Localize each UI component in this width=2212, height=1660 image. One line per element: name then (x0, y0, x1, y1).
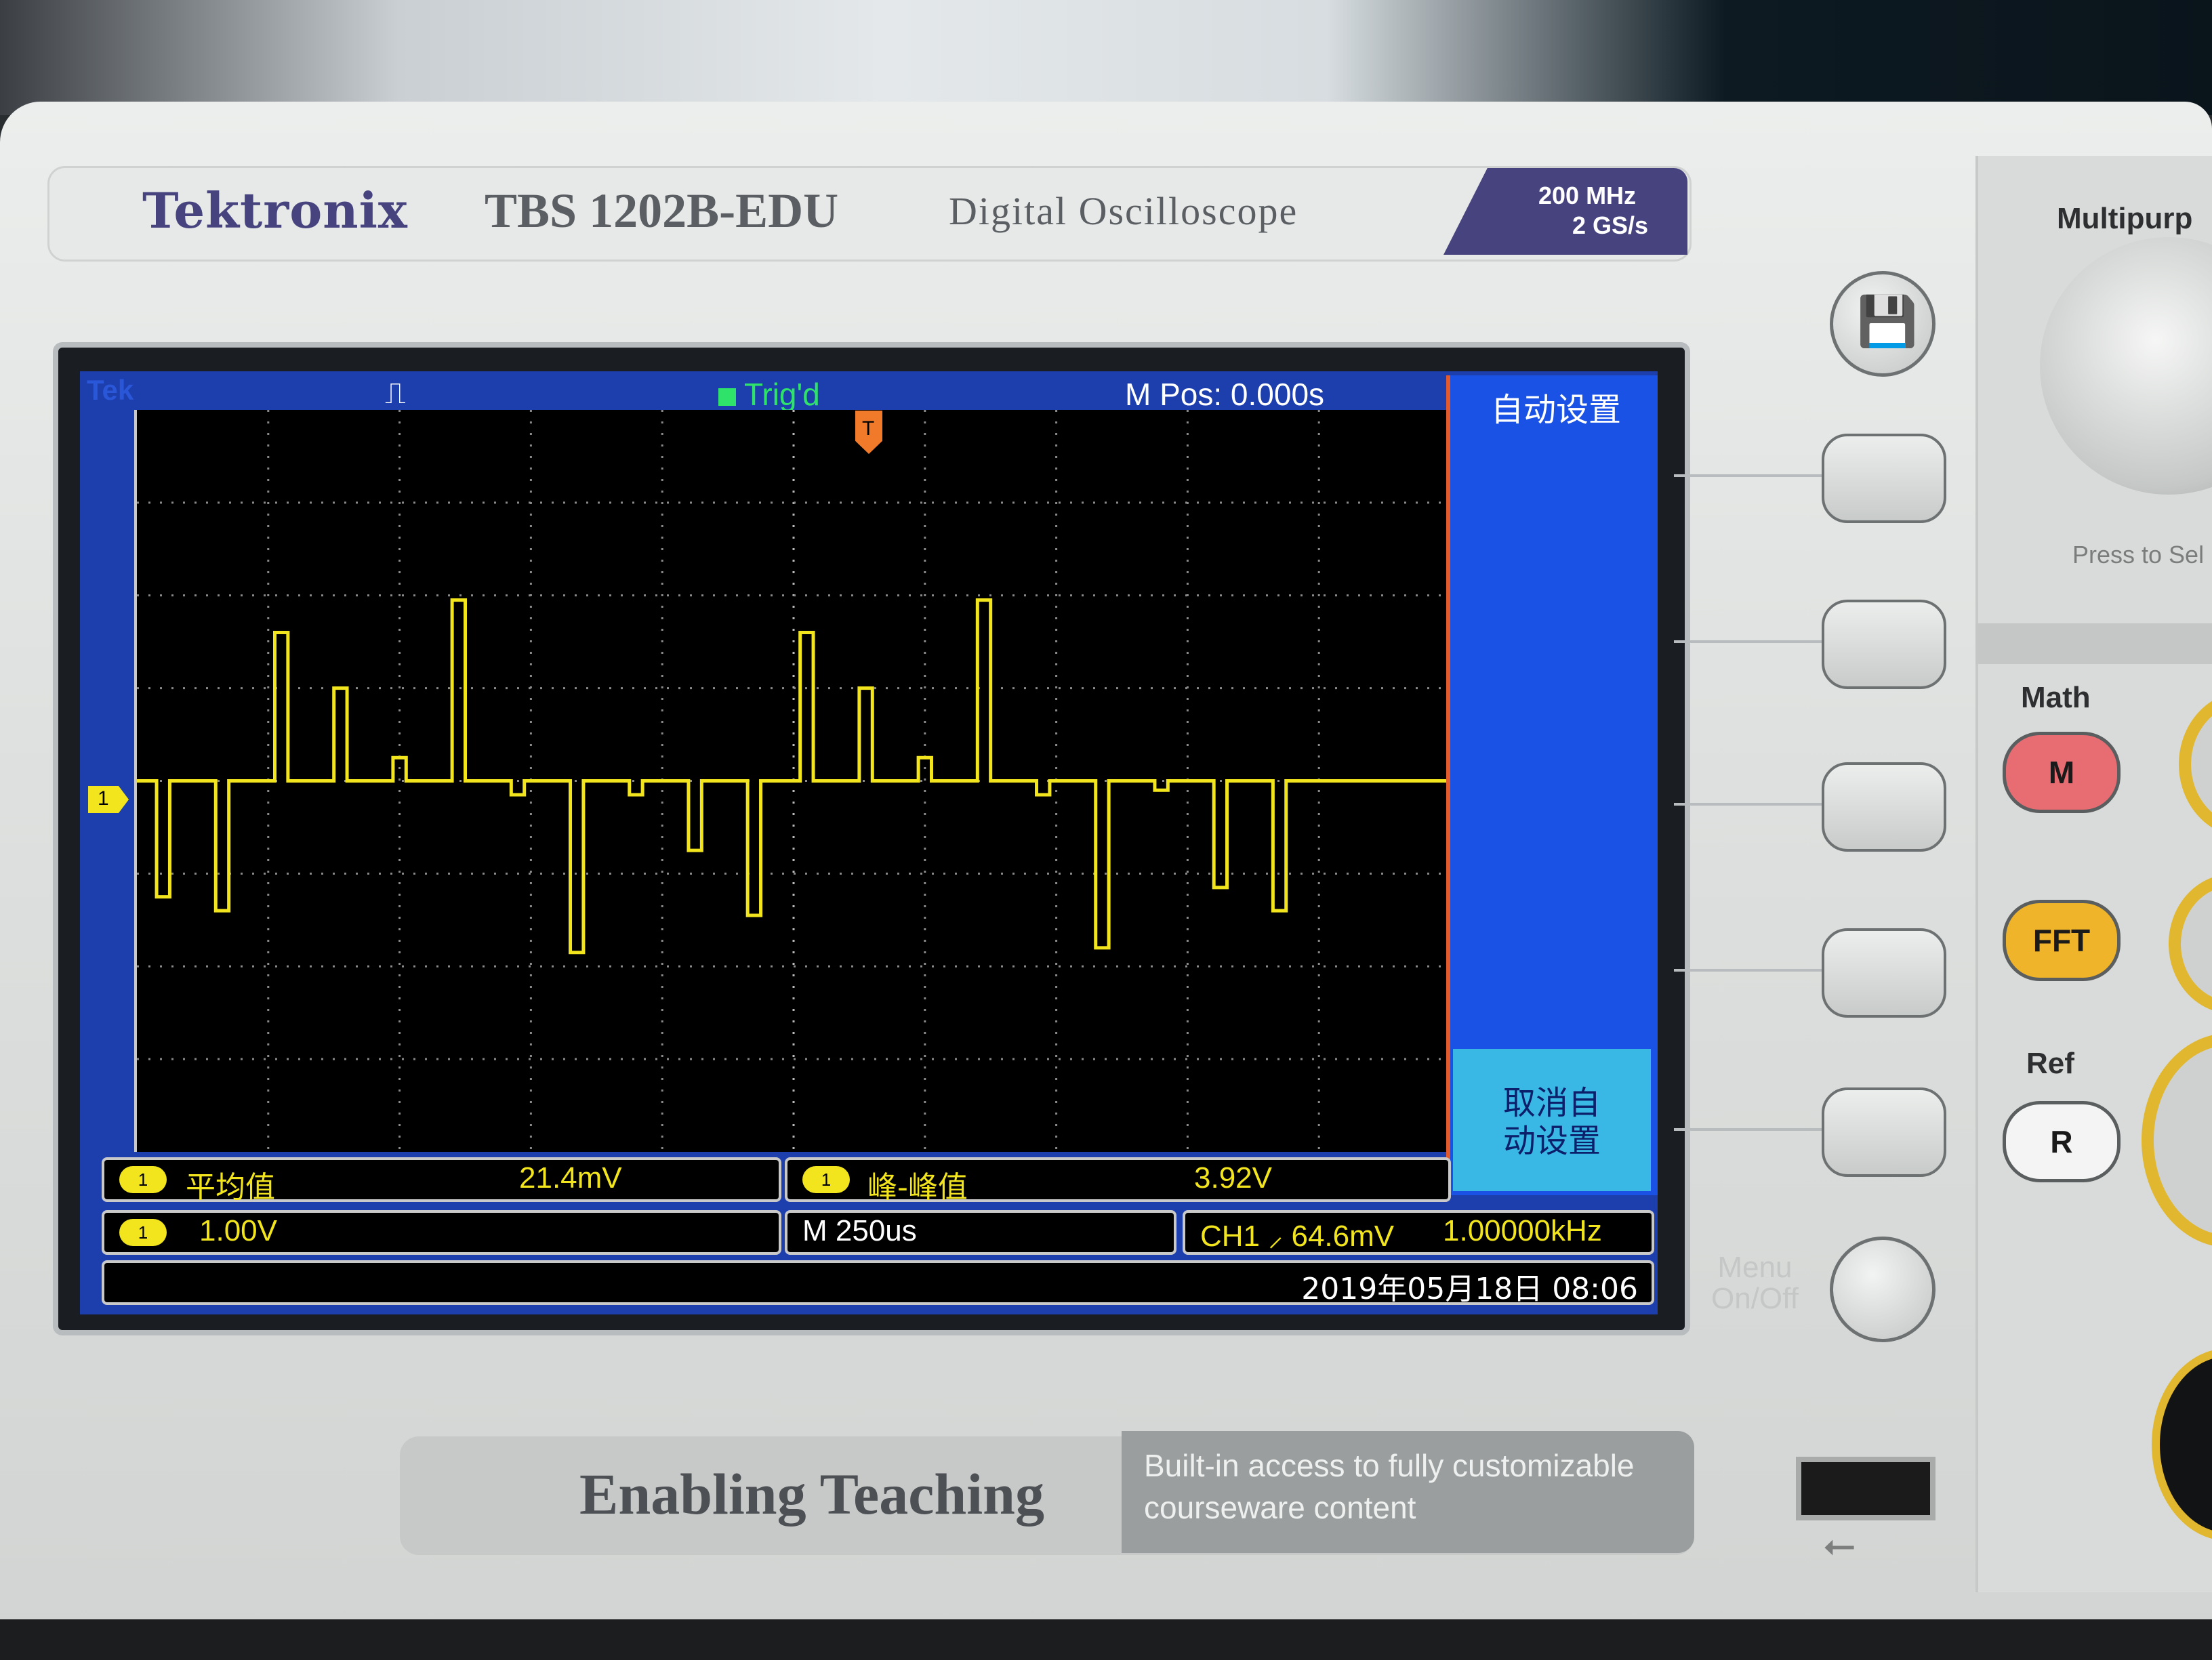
measurement-mean-value: 21.4mV (519, 1161, 622, 1195)
measurement-mean-channel: 1 (119, 1166, 167, 1193)
desk-edge (0, 1619, 2212, 1660)
tek-label: Tek (87, 374, 134, 406)
model-description: Digital Oscilloscope (949, 189, 1298, 233)
trigger-frequency-value: 1.00000kHz (1443, 1214, 1602, 1247)
pulse-8 (571, 781, 583, 953)
horizontal-position: M Pos: 0.000s (1125, 377, 1325, 412)
pulse-11 (747, 781, 760, 915)
option-line-1 (1674, 474, 1823, 477)
pulse-5 (393, 758, 406, 781)
floppy-icon: 💾 (1857, 295, 1918, 349)
channel-scale-value: 1.00V (199, 1214, 277, 1247)
trigger-position-label: T (862, 417, 875, 440)
fft-button[interactable]: FFT (2003, 900, 2121, 981)
math-button[interactable]: M (2003, 732, 2121, 813)
timebase-readout: M 250us (785, 1210, 1176, 1255)
waveform-svg (137, 410, 1450, 1152)
background-room (0, 0, 2212, 115)
cancel-autoset-label: 取消自 动设置 (1502, 1084, 1601, 1160)
menu-title: 自动设置 (1491, 391, 1622, 429)
ref-label: Ref (2026, 1047, 2074, 1080)
option-button-3[interactable] (1822, 762, 1946, 852)
trigger-level-value: CH1 ⸝ 64.6mV (1200, 1220, 1395, 1253)
ch1-ground-marker-label: 1 (98, 787, 109, 810)
pulse-2 (216, 781, 228, 911)
option-line-2 (1674, 640, 1823, 643)
pulse-10 (689, 781, 701, 851)
pulse-12 (800, 633, 813, 781)
measurement-mean: 1 平均值 21.4mV (102, 1157, 781, 1205)
pulse-1 (157, 781, 169, 897)
pulse-16 (1037, 781, 1050, 795)
panel-divider (1975, 623, 2212, 664)
model-name: TBS 1202B-EDU (485, 184, 839, 238)
trigger-readout: CH1 ⸝ 64.6mV 1.00000kHz (1183, 1210, 1654, 1255)
pulse-13 (859, 688, 872, 781)
pulse-19 (1214, 781, 1227, 888)
pulse-14 (918, 758, 931, 781)
brand-logo: Tektronix (142, 182, 408, 239)
measurement-peak-to-peak: 1 峰-峰值 3.92V (785, 1157, 1451, 1205)
option-line-5 (1674, 1128, 1823, 1131)
measurement-pp-channel: 1 (802, 1166, 850, 1193)
press-hint: Press to Sel (2072, 541, 2205, 568)
teaching-title: Enabling Teaching (579, 1461, 1044, 1527)
datetime-readout: 2019年05月18日 08:06 (1301, 1272, 1638, 1306)
pulse-icon: ⎍ (385, 377, 406, 410)
timebase-value: M 250us (802, 1214, 917, 1247)
option-button-1[interactable] (1822, 434, 1946, 523)
trigger-status: Trig'd (718, 376, 820, 413)
channel-scale-readout: 1 1.00V (102, 1210, 781, 1255)
pulse-9 (630, 781, 642, 795)
spec-bandwidth: 200 MHz (1538, 182, 1637, 209)
option-line-3 (1674, 803, 1823, 806)
measurement-pp-value: 3.92V (1194, 1161, 1272, 1195)
pulse-7 (511, 781, 524, 795)
usb-icon: ⭠ (1823, 1522, 1856, 1567)
pulse-3 (274, 633, 287, 781)
pulse-15 (977, 600, 990, 781)
channel-scale-channel: 1 (119, 1219, 167, 1246)
option-button-2[interactable] (1822, 600, 1946, 689)
status-bar: 2019年05月18日 08:06 (102, 1260, 1654, 1306)
teaching-subtitle: Built-in access to fully customizable co… (1144, 1448, 1635, 1525)
pulse-17 (1096, 781, 1109, 948)
waveform-plot (134, 410, 1450, 1152)
ref-button[interactable]: R (2003, 1101, 2121, 1182)
option-button-5[interactable] (1822, 1087, 1946, 1177)
spec-sample-rate: 2 GS/s (1572, 211, 1649, 239)
measurement-mean-label: 平均值 (186, 1170, 275, 1205)
trigger-status-icon (718, 388, 736, 406)
menu-onoff-button[interactable] (1830, 1237, 1936, 1342)
menu-onoff-label: Menu On/Off (1711, 1251, 1799, 1315)
trigger-status-text: Trig'd (744, 377, 820, 412)
pulse-4 (334, 688, 347, 781)
pulse-20 (1273, 781, 1286, 911)
option-button-4[interactable] (1822, 928, 1946, 1018)
math-label: Math (2021, 681, 2091, 714)
usb-port[interactable] (1796, 1457, 1936, 1520)
multipurpose-label: Multipurp (2057, 202, 2193, 235)
measurement-pp-label: 峰-峰值 (867, 1170, 968, 1205)
option-line-4 (1674, 969, 1823, 972)
pulse-6 (452, 600, 465, 781)
